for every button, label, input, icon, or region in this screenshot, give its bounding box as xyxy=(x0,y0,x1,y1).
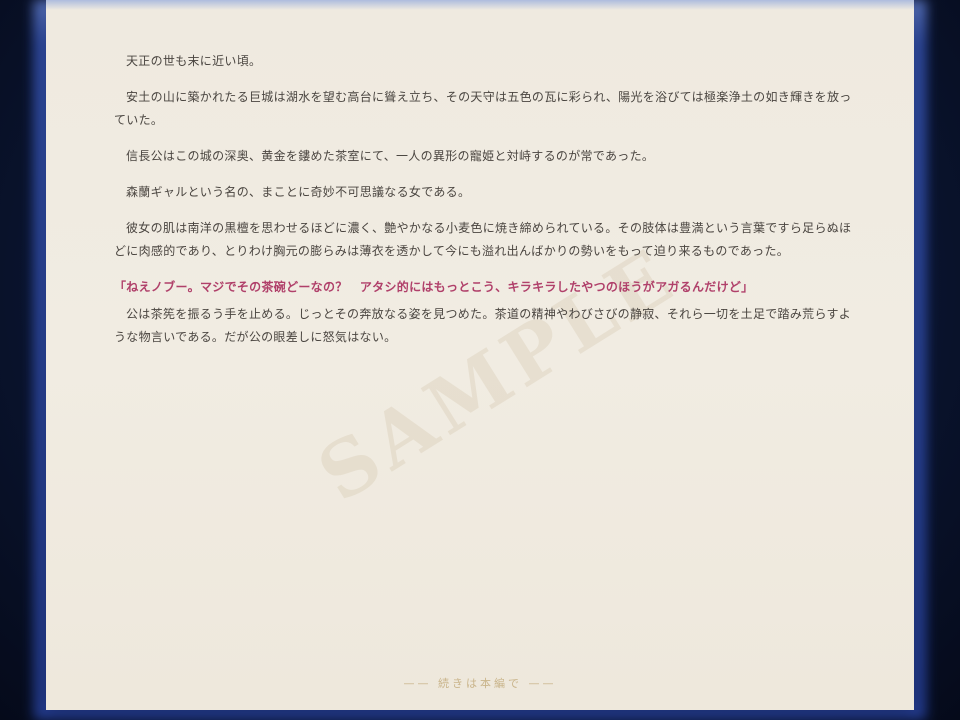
paragraph-4: 森蘭ギャルという名の、まことに奇妙不可思議なる女である。 xyxy=(126,185,471,199)
paragraph-6: 公は茶筅を振るう手を止める。じっとその奔放なる姿を見つめた。茶道の精神やわびさび… xyxy=(114,307,852,344)
dialogue-line: 「ねえノブー。マジでその茶碗どーなの？ アタシ的にはもっとこう、キラキラしたやつ… xyxy=(114,280,754,294)
paragraph-3: 信長公はこの城の深奥、黄金を鏤めた茶室にて、一人の異形の寵姫と対峙するのが常であ… xyxy=(126,149,655,163)
paragraph-2: 安土の山に築かれたる巨城は湖水を望む高台に聳え立ち、その天守は五色の瓦に彩られ、… xyxy=(114,90,852,127)
continue-footer: —— 続きは本編で —— xyxy=(403,677,557,690)
story-text: 天正の世も末に近い頃。 安土の山に築かれたる巨城は湖水を望む高台に聳え立ち、その… xyxy=(114,50,854,353)
paragraph-1: 天正の世も末に近い頃。 xyxy=(126,54,262,68)
paragraph-5: 彼女の肌は南洋の黒檀を思わせるほどに濃く、艶やかなる小麦色に焼き締められている。… xyxy=(114,221,852,258)
document-page[interactable]: SAMPLE 天正の世も末に近い頃。 安土の山に築かれたる巨城は湖水を望む高台に… xyxy=(46,0,914,710)
top-edge-highlight xyxy=(46,0,914,10)
